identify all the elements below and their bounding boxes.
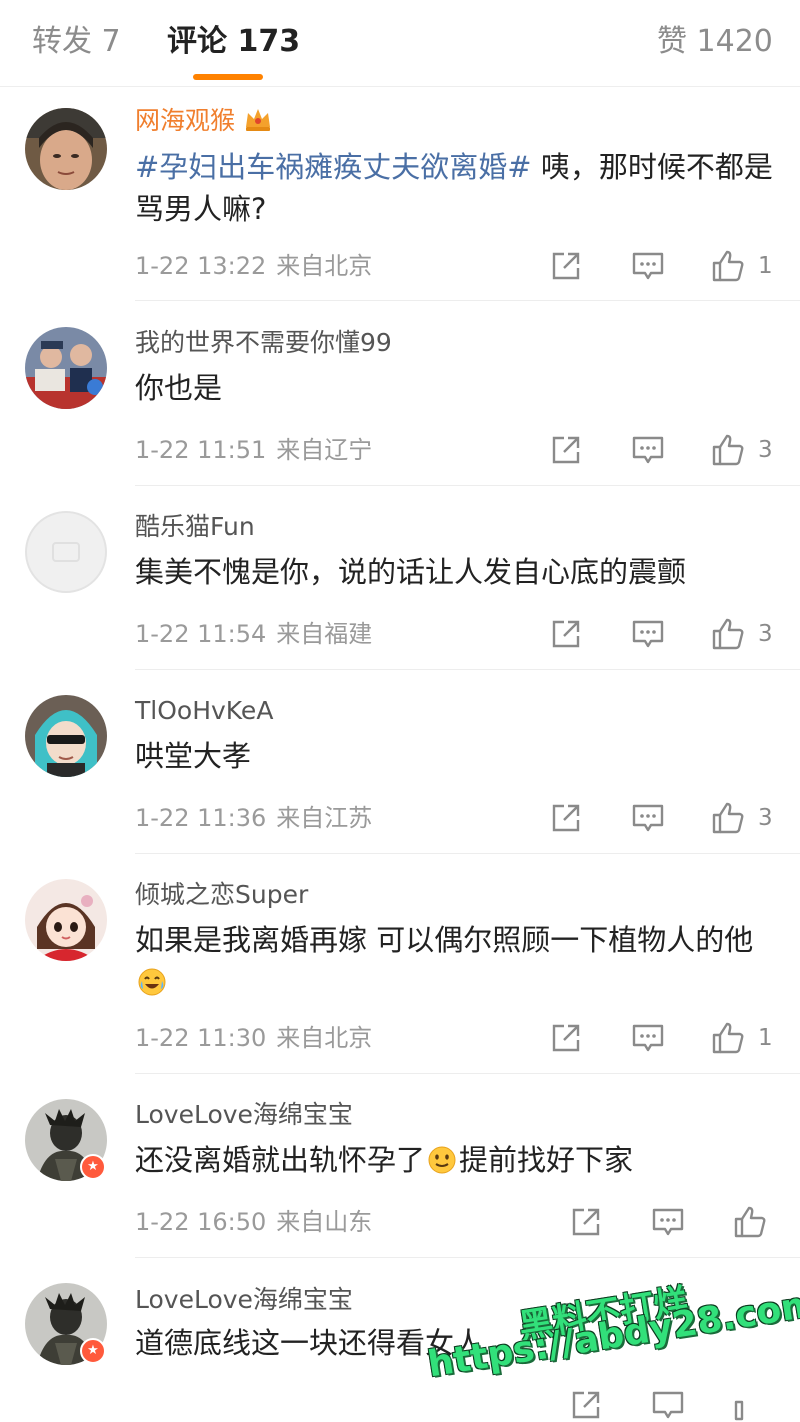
comment-text: 集美不愧是你，说的话让人发自心底的震颤 (135, 555, 687, 589)
comment-tab-bar: 转发 7 评论 173 赞 1420 (0, 0, 800, 87)
like-count: 1 (758, 1025, 773, 1051)
divider (135, 853, 800, 854)
share-icon[interactable] (549, 1021, 583, 1055)
comment-location: 来自福建 (276, 620, 373, 648)
share-icon[interactable] (549, 801, 583, 835)
avatar[interactable] (25, 695, 107, 777)
verified-badge-icon: ★ (80, 1338, 106, 1364)
comment-location: 来自山东 (276, 1208, 373, 1236)
username[interactable]: 我的世界不需要你懂99 (135, 326, 392, 360)
comment-text: 道德底线这一块还得看女人 (135, 1326, 484, 1360)
like-count: 1 (758, 253, 773, 279)
like-icon[interactable] (711, 801, 745, 835)
comment-meta: 1-22 16:50 来自山东 (135, 1206, 372, 1238)
avatar[interactable] (25, 879, 107, 961)
comment-body: 提前找好下家 (459, 1143, 634, 1177)
comment-meta: 1-22 13:22 来自北京 (135, 250, 372, 282)
avatar[interactable] (25, 108, 107, 190)
share-icon[interactable] (549, 433, 583, 467)
reply-icon[interactable] (651, 1205, 685, 1239)
comment-text: 哄堂大孝 (135, 739, 252, 773)
comment-location: 来自江苏 (276, 804, 373, 832)
active-tab-indicator (193, 74, 263, 80)
avatar[interactable] (25, 327, 107, 409)
divider (135, 300, 800, 301)
like-icon[interactable] (711, 1021, 745, 1055)
comment-meta: 1-22 11:30 来自北京 (135, 1022, 372, 1054)
share-icon[interactable] (549, 617, 583, 651)
divider (135, 1257, 800, 1258)
divider (135, 1073, 800, 1074)
like-icon[interactable] (711, 433, 745, 467)
comment-text: 还没离婚就出轨怀孕了 提前找好下家 (135, 1139, 775, 1186)
comment-location: 来自北京 (276, 252, 373, 280)
comment-time: 1-22 11:54 (135, 620, 267, 648)
username[interactable]: TlOoHvKeA (135, 694, 273, 728)
hashtag-link[interactable]: #孕妇出车祸瘫痪丈夫欲离婚# (135, 150, 532, 184)
reply-icon[interactable] (631, 249, 665, 283)
comment-time: 1-22 11:36 (135, 804, 267, 832)
reply-icon[interactable] (631, 801, 665, 835)
like-count: 3 (758, 437, 773, 463)
comment-text: #孕妇出车祸瘫痪丈夫欲离婚# 咦，那时候不都是骂男人嘛? (135, 146, 775, 230)
like-icon[interactable] (733, 1388, 767, 1422)
like-count: 3 (758, 805, 773, 831)
crown-icon (243, 105, 273, 142)
comment-time: 1-22 16:50 (135, 1208, 267, 1236)
username[interactable]: 倾城之恋Super (135, 878, 308, 912)
reply-icon[interactable] (631, 1021, 665, 1055)
username[interactable]: 网海观猴 (135, 104, 273, 142)
comment-meta: 1-22 11:54 来自福建 (135, 618, 372, 650)
like-icon[interactable] (733, 1205, 767, 1239)
username[interactable]: LoveLove海绵宝宝 (135, 1283, 353, 1317)
comment-meta: 1-22 11:51 来自辽宁 (135, 434, 372, 466)
like-icon[interactable] (711, 617, 745, 651)
comment-time: 1-22 13:22 (135, 252, 267, 280)
comment-location: 来自辽宁 (276, 436, 373, 464)
like-count: 3 (758, 621, 773, 647)
comment-text: 你也是 (135, 371, 223, 405)
reply-icon[interactable] (631, 433, 665, 467)
comment-location: 来自北京 (276, 1024, 373, 1052)
comment-time: 1-22 11:51 (135, 436, 267, 464)
comment-body: 还没离婚就出轨怀孕了 (135, 1143, 426, 1177)
smile-emoji (427, 1144, 457, 1186)
laugh-cry-emoji (137, 966, 167, 1008)
share-icon[interactable] (569, 1388, 603, 1422)
tab-comments[interactable]: 评论 173 (167, 22, 300, 62)
reply-icon[interactable] (631, 617, 665, 651)
avatar[interactable] (25, 511, 107, 593)
username[interactable]: 酷乐猫Fun (135, 510, 255, 544)
comment-body: 如果是我离婚再嫁 可以偶尔照顾一下植物人的他 (135, 923, 754, 957)
comment-meta: 1-22 11:36 来自江苏 (135, 802, 372, 834)
username[interactable]: LoveLove海绵宝宝 (135, 1098, 353, 1132)
comment-text: 如果是我离婚再嫁 可以偶尔照顾一下植物人的他 (135, 919, 775, 1008)
verified-badge-icon: ★ (80, 1154, 106, 1180)
like-icon[interactable] (711, 249, 745, 283)
divider (135, 485, 800, 486)
username-text: 网海观猴 (135, 106, 236, 135)
share-icon[interactable] (549, 249, 583, 283)
divider (135, 669, 800, 670)
share-icon[interactable] (569, 1205, 603, 1239)
comment-time: 1-22 11:30 (135, 1024, 267, 1052)
tab-likes[interactable]: 赞 1420 (657, 22, 773, 62)
reply-icon[interactable] (651, 1388, 685, 1422)
tab-repost[interactable]: 转发 7 (32, 22, 121, 62)
